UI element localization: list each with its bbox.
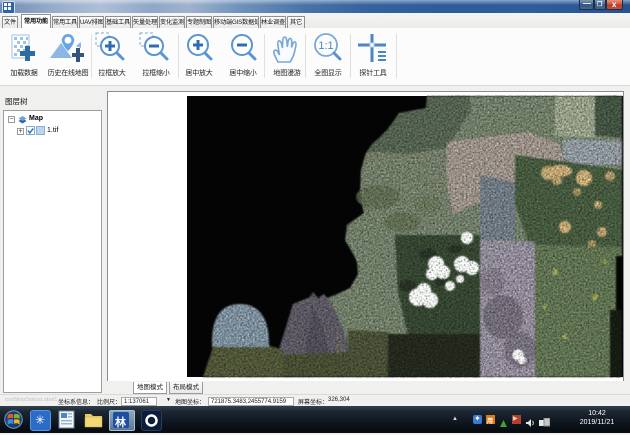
svg-text:1:1: 1:1 [318, 40, 333, 52]
